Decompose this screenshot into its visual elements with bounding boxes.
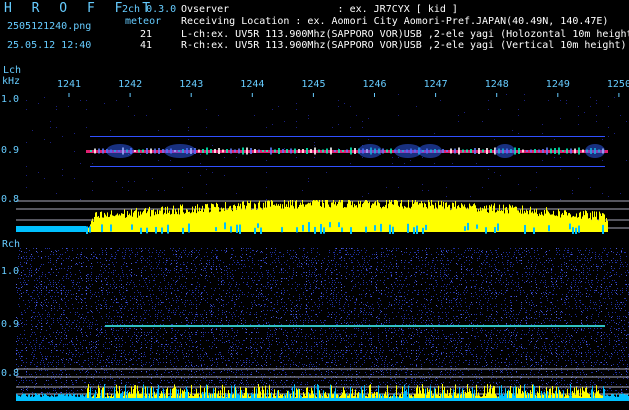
- rch-freq-tick-label: 1.0: [1, 266, 20, 277]
- meteor-label: meteor: [125, 16, 162, 27]
- time-tick-label: 1242: [118, 79, 143, 90]
- time-tick-label: 1245: [301, 79, 326, 90]
- lch-info-line: L-ch:ex. UV5R 113.900Mhz(SAPPORO VOR)USB…: [181, 29, 629, 40]
- rch-carrier-line: [105, 325, 605, 327]
- rch-label: Rch: [2, 239, 21, 250]
- datetime-label: 25.05.12 12:40: [7, 40, 92, 51]
- spectrogram-plot: [0, 93, 629, 401]
- lch-sideband-lower: [90, 166, 605, 167]
- filename-label: 2505121240.png: [7, 21, 92, 32]
- rch-baseline-noise: [16, 398, 629, 401]
- rch-noise-field: [16, 248, 629, 399]
- lch-freq-tick-label: 0.9: [1, 145, 20, 156]
- lch-sideband-upper: [90, 136, 605, 137]
- observer-line: Ovserver : ex. JR7CYX [ kid ]: [181, 4, 458, 15]
- time-tick-label: 1246: [362, 79, 387, 90]
- location-line: Receiving Location : ex. Aomori City Aom…: [181, 16, 609, 27]
- time-tick-label: 1247: [423, 79, 448, 90]
- meteor-count-lch: 21: [140, 29, 153, 40]
- time-tick-label: 1249: [545, 79, 570, 90]
- khz-label: kHz: [2, 76, 21, 87]
- time-tick-label: 1250: [606, 79, 629, 90]
- meteor-count-rch: 41: [140, 40, 153, 51]
- lch-baseline-noise: [16, 226, 86, 232]
- lch-meteor-echoes: [90, 144, 605, 158]
- mode-label: 2ch 0.3.0: [122, 4, 177, 15]
- rch-freq-tick-label: 0.8: [1, 368, 20, 379]
- time-tick-label: 1248: [484, 79, 509, 90]
- lch-freq-tick-label: 0.8: [1, 194, 20, 205]
- rch-freq-tick-label: 0.9: [1, 319, 20, 330]
- lch-freq-tick-label: 1.0: [1, 94, 20, 105]
- lch-label: Lch: [3, 65, 22, 76]
- rch-info-line: R-ch:ex. UV5R 113.900Mhz(SAPPORO VOR)USB…: [181, 40, 627, 51]
- time-tick-label: 1241: [57, 79, 82, 90]
- lch-signal-strength: [86, 200, 608, 232]
- time-tick-label: 1243: [179, 79, 204, 90]
- time-tick-label: 1244: [240, 79, 265, 90]
